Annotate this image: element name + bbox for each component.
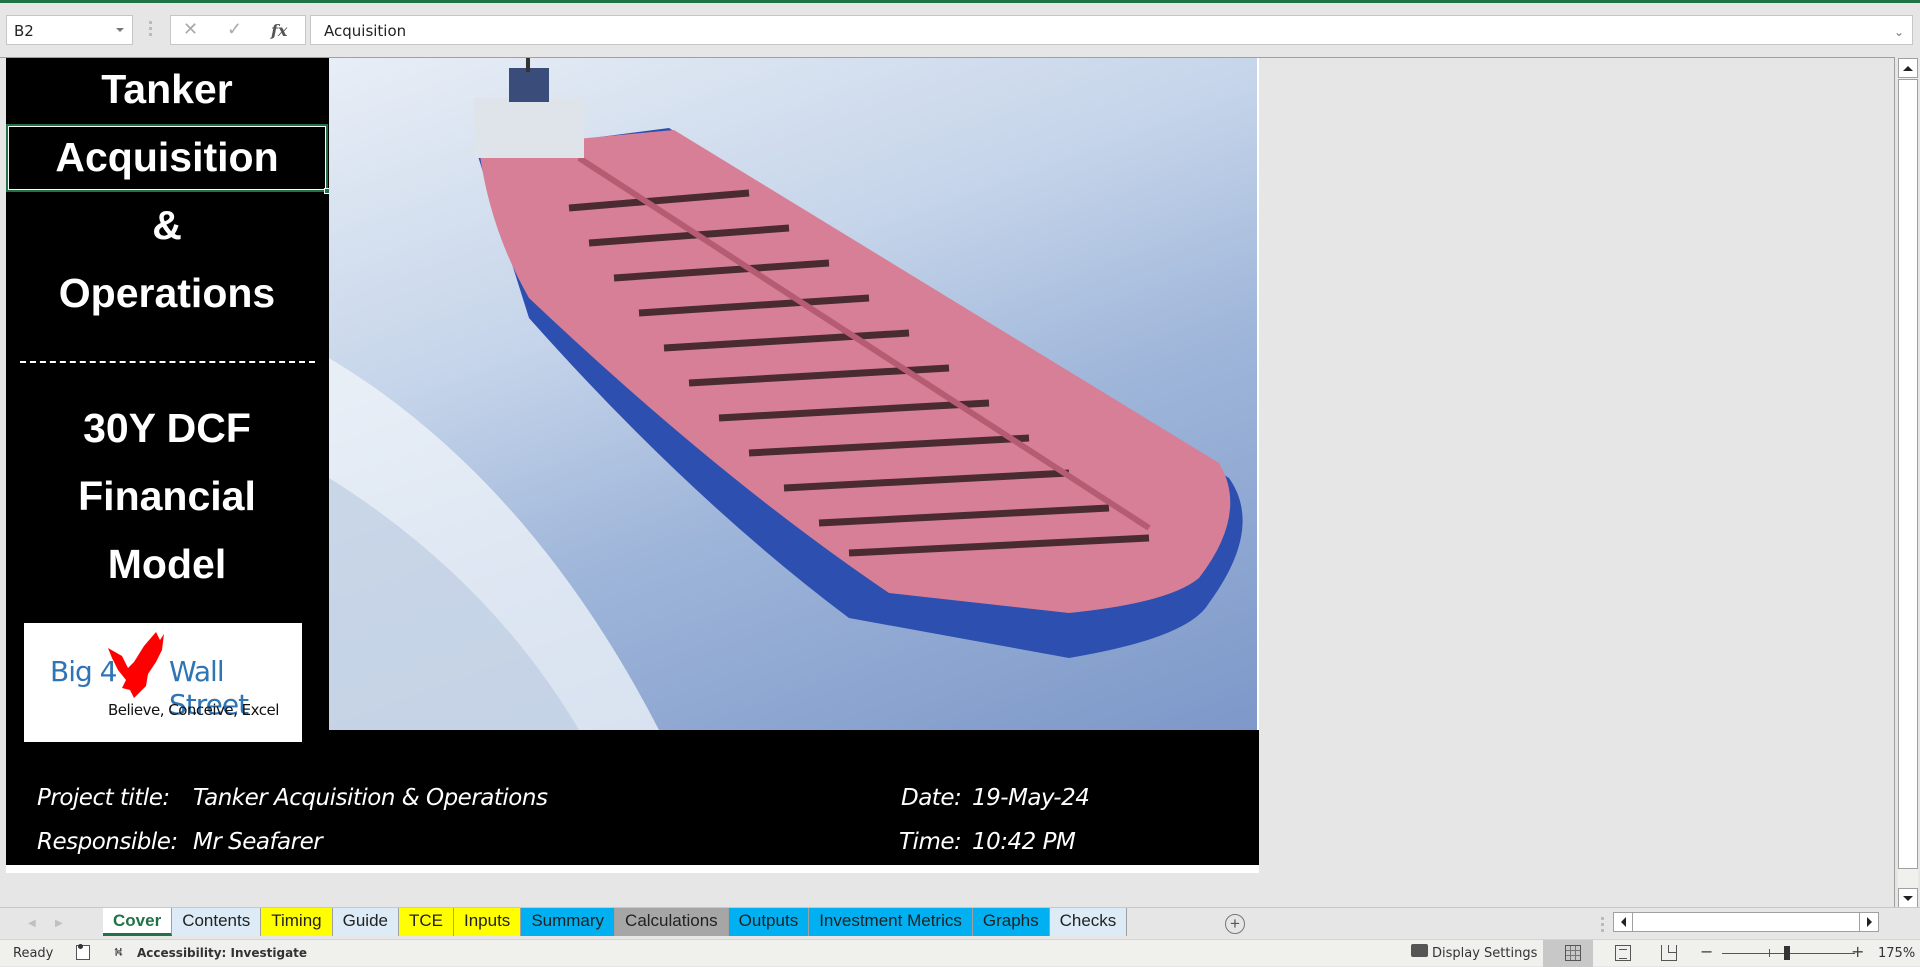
separator-dashes bbox=[20, 361, 315, 363]
formula-buttons: ✕ ✓ fx bbox=[170, 15, 306, 45]
formula-bar-resize-handle[interactable] bbox=[149, 21, 153, 39]
zoom-slider-knob[interactable] bbox=[1784, 946, 1790, 960]
project-title-value[interactable]: Tanker Acquisition & Operations bbox=[193, 785, 548, 811]
arrow-right-icon bbox=[1866, 917, 1872, 927]
subtitle-line-1[interactable]: 30Y DCF bbox=[6, 405, 328, 452]
company-logo[interactable]: Big 4 Wall Street Believe, Conceive, Exc… bbox=[24, 623, 302, 742]
sheet-tab-tce[interactable]: TCE bbox=[399, 908, 454, 936]
sheet-tab-inputs[interactable]: Inputs bbox=[454, 908, 522, 936]
arrow-up-icon bbox=[1903, 65, 1913, 71]
vertical-scrollbar[interactable] bbox=[1898, 58, 1918, 908]
enter-icon[interactable]: ✓ bbox=[227, 19, 242, 40]
active-cell-selection[interactable] bbox=[6, 124, 328, 192]
prev-sheet-icon[interactable]: ◀ bbox=[28, 918, 36, 929]
vertical-scroll-thumb[interactable] bbox=[1898, 79, 1918, 869]
sheet-tab-graphs[interactable]: Graphs bbox=[972, 908, 1050, 936]
subtitle-line-2[interactable]: Financial bbox=[6, 473, 328, 520]
zoom-out-button[interactable]: − bbox=[1700, 942, 1713, 961]
arrow-left-icon bbox=[1620, 917, 1626, 927]
sheet-tab-bar: ◀ ▶ Cover Contents Timing Guide TCE Inputs Sum… bbox=[0, 907, 1920, 939]
next-sheet-icon[interactable]: ▶ bbox=[55, 918, 63, 929]
sheet-tab-investment-metrics[interactable]: Investment Metrics bbox=[809, 908, 973, 936]
normal-view-icon[interactable] bbox=[1565, 945, 1581, 961]
scroll-up-button[interactable] bbox=[1898, 58, 1918, 78]
time-value[interactable]: 10:42 PM bbox=[972, 829, 1076, 855]
add-sheet-button[interactable]: + bbox=[1225, 914, 1245, 934]
title-line-3[interactable]: & bbox=[6, 202, 328, 249]
expand-formula-bar-icon[interactable]: ⌄ bbox=[1894, 25, 1904, 39]
sheet-tab-timing[interactable]: Timing bbox=[261, 908, 333, 936]
sheet-tab-contents[interactable]: Contents bbox=[172, 908, 262, 936]
zoom-percent[interactable]: 175% bbox=[1878, 946, 1915, 961]
formula-bar: B2 ✕ ✓ fx Acquisition ⌄ bbox=[0, 3, 1920, 55]
scroll-down-button[interactable] bbox=[1898, 888, 1918, 908]
date-label: Date: bbox=[901, 785, 962, 811]
sheet-tabs: Cover Contents Timing Guide TCE Inputs Summary… bbox=[103, 908, 1128, 938]
zoom-in-button[interactable]: + bbox=[1851, 942, 1864, 961]
tanker-photo[interactable] bbox=[329, 58, 1257, 730]
sheet-tab-guide[interactable]: Guide bbox=[332, 908, 399, 936]
title-line-4[interactable]: Operations bbox=[6, 270, 328, 317]
status-bar: Ready ⛕ Accessibility: Investigate Displ… bbox=[0, 939, 1920, 967]
tanker-ship-illustration bbox=[329, 58, 1243, 730]
formula-value: Acquisition bbox=[324, 22, 407, 40]
formula-input[interactable]: Acquisition ⌄ bbox=[310, 15, 1913, 45]
name-box-dropdown-icon[interactable] bbox=[116, 28, 124, 32]
cover-bottom-border bbox=[6, 865, 1259, 873]
tab-split-handle[interactable] bbox=[1601, 917, 1604, 935]
project-title-label: Project title: bbox=[37, 785, 170, 811]
status-ready: Ready bbox=[13, 946, 54, 961]
scroll-right-button[interactable] bbox=[1859, 912, 1879, 932]
insert-function-icon[interactable]: fx bbox=[271, 21, 287, 40]
responsible-value[interactable]: Mr Seafarer bbox=[193, 829, 323, 855]
cancel-icon[interactable]: ✕ bbox=[183, 19, 198, 40]
photo-right-border bbox=[1257, 58, 1259, 730]
horizontal-scroll-thumb[interactable] bbox=[1632, 912, 1860, 932]
plus-icon: + bbox=[1230, 914, 1240, 933]
page-break-preview-icon[interactable] bbox=[1661, 945, 1677, 961]
sheet-tab-checks[interactable]: Checks bbox=[1049, 908, 1128, 936]
accessibility-icon: ⛕ bbox=[114, 945, 123, 959]
subtitle-line-3[interactable]: Model bbox=[6, 541, 328, 588]
sheet-tab-calculations[interactable]: Calculations bbox=[615, 908, 729, 936]
time-label: Time: bbox=[899, 829, 962, 855]
display-settings-button[interactable]: Display Settings bbox=[1432, 946, 1537, 961]
logo-tagline: Believe, Conceive, Excel bbox=[108, 701, 279, 719]
date-value[interactable]: 19-May-24 bbox=[972, 785, 1090, 811]
sheet-tab-outputs[interactable]: Outputs bbox=[728, 908, 810, 936]
macro-recording-icon[interactable] bbox=[76, 944, 90, 960]
sheet-tab-summary[interactable]: Summary bbox=[521, 908, 616, 936]
title-line-1[interactable]: Tanker bbox=[6, 66, 328, 113]
scroll-left-button[interactable] bbox=[1613, 912, 1633, 932]
arrow-down-icon bbox=[1903, 895, 1913, 901]
responsible-label: Responsible: bbox=[37, 829, 178, 855]
name-box-value: B2 bbox=[14, 22, 34, 40]
horizontal-scrollbar[interactable] bbox=[1613, 912, 1879, 932]
zoom-slider-midpoint bbox=[1769, 949, 1770, 957]
display-settings-icon bbox=[1411, 944, 1428, 957]
accessibility-status[interactable]: Accessibility: Investigate bbox=[137, 946, 307, 960]
name-box[interactable]: B2 bbox=[6, 15, 133, 45]
page-layout-view-icon[interactable] bbox=[1615, 945, 1631, 961]
sheet-tab-cover[interactable]: Cover bbox=[103, 908, 173, 936]
